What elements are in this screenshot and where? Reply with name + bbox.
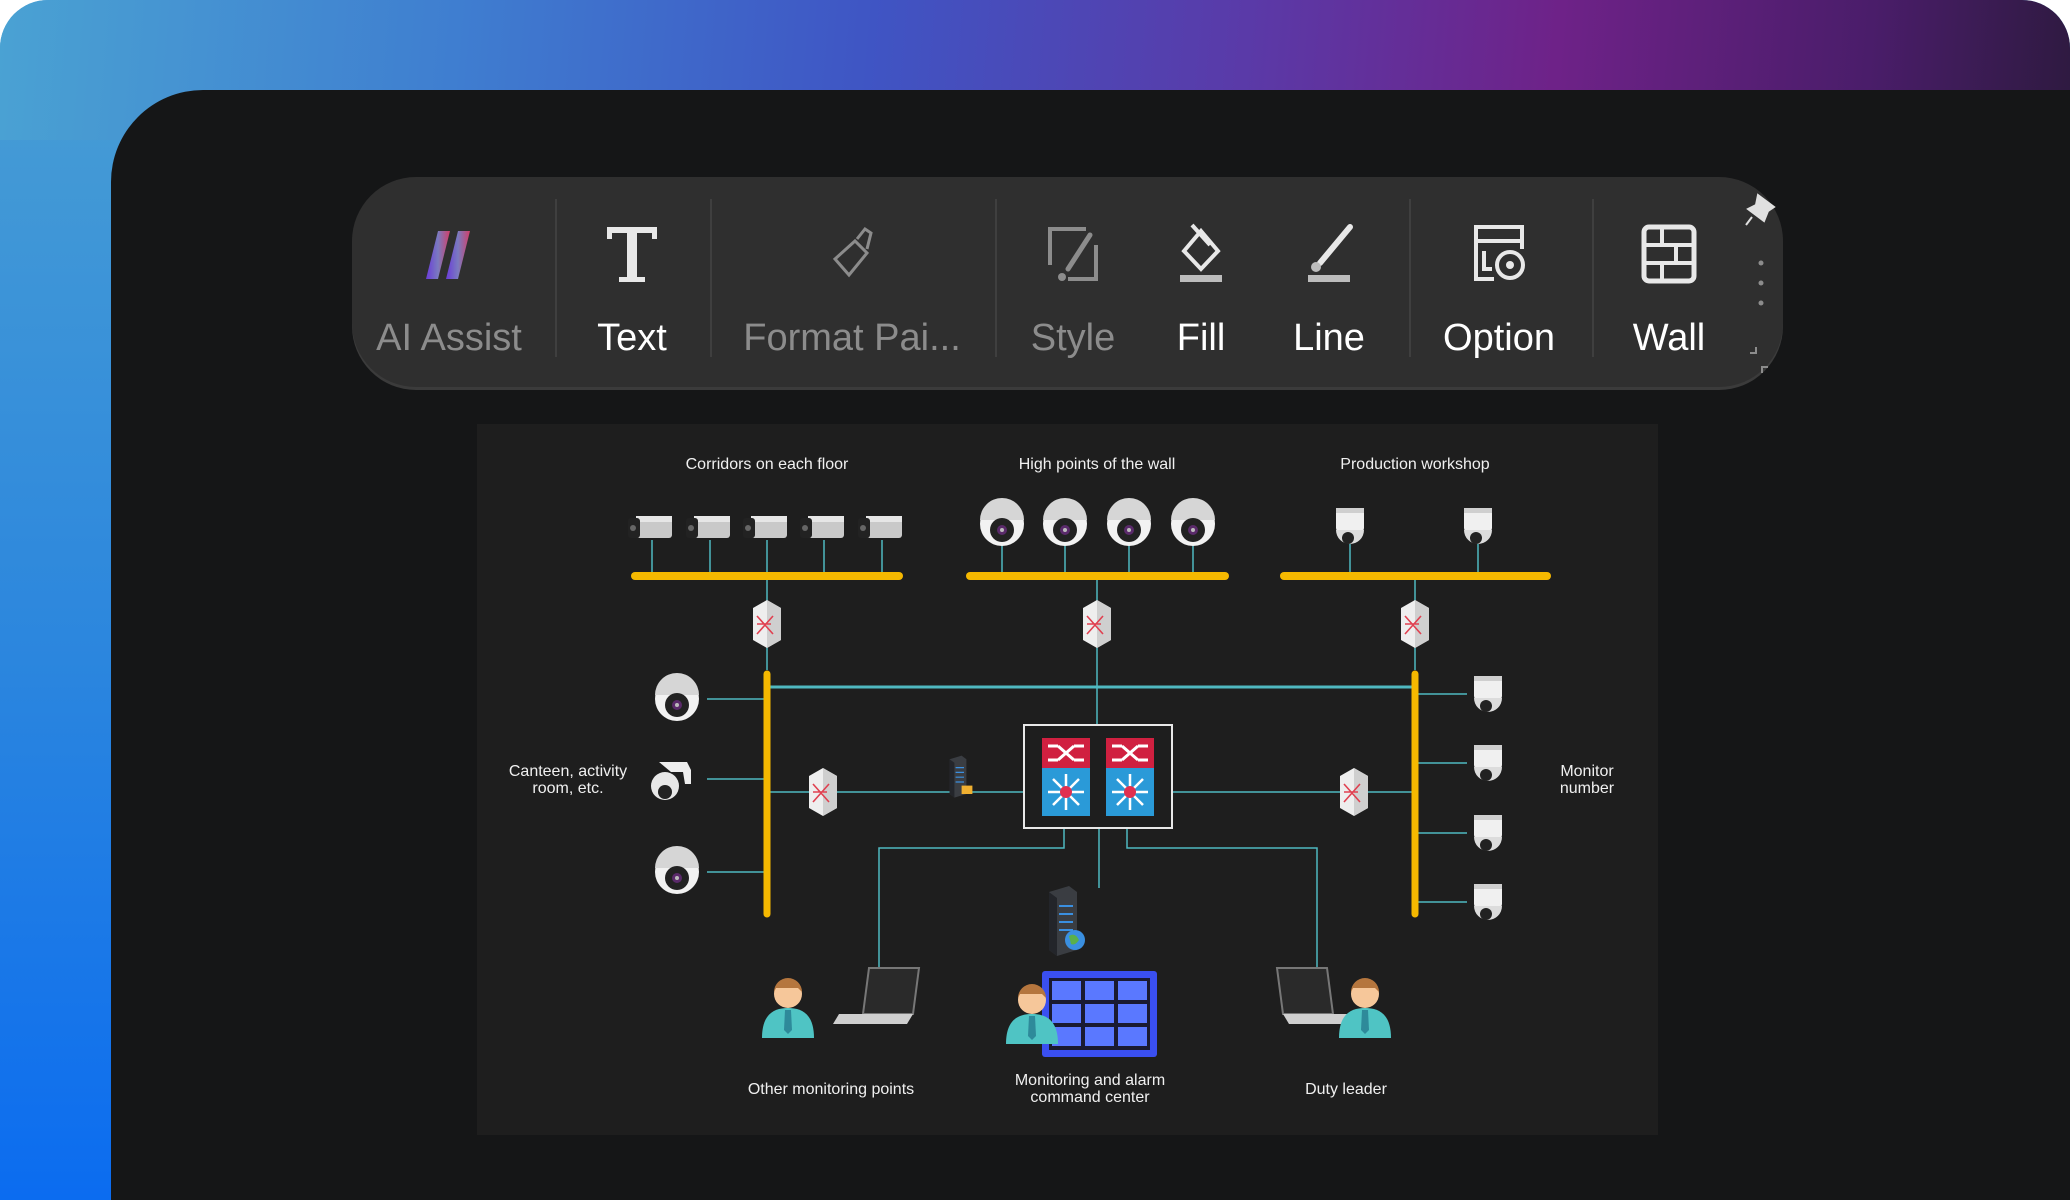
network-switch <box>752 599 782 649</box>
label-corridors: Corridors on each floor <box>685 456 849 473</box>
floating-toolbar: AI Assist Text Format Pai... Style Fill … <box>352 177 1783 387</box>
box-camera <box>743 516 787 538</box>
text-label: Text <box>597 317 667 359</box>
label-center-line1: Monitoring and alarm <box>1014 1072 1166 1089</box>
wall-label: Wall <box>1632 317 1706 359</box>
dome-camera <box>1107 498 1151 546</box>
line-pen-icon <box>1308 224 1353 282</box>
core-switch <box>1042 738 1090 816</box>
network-switch <box>1400 599 1430 649</box>
label-other-points: Other monitoring points <box>747 1081 915 1098</box>
ai-assist-icon <box>426 231 470 279</box>
resize-handle-icon[interactable] <box>1748 345 1772 375</box>
network-switch <box>1082 599 1112 649</box>
format-painter-label: Format Pai... <box>743 317 961 359</box>
label-duty-leader: Duty leader <box>1305 1081 1387 1098</box>
fill-bucket-icon <box>1180 223 1222 282</box>
format-painter-icon <box>832 226 873 278</box>
label-command-center: Monitoring and alarm command center <box>1015 1072 1165 1106</box>
option-icon <box>1474 225 1525 281</box>
box-camera <box>686 516 730 538</box>
ptz-camera <box>651 762 691 800</box>
ceiling-dome-camera <box>1474 884 1502 920</box>
network-diagram: Corridors on each floor High points of t… <box>477 424 1658 1135</box>
duty-leader-station <box>1276 967 1391 1038</box>
text-icon <box>607 227 657 282</box>
label-canteen-line2: room, etc. <box>532 780 604 797</box>
toolbar-divider <box>710 199 712 357</box>
style-icon <box>1048 227 1098 281</box>
label-center-line2: command center <box>1030 1089 1150 1106</box>
ceiling-dome-camera <box>1336 508 1364 544</box>
box-camera <box>858 516 902 538</box>
video-wall <box>1006 971 1157 1057</box>
app-frame: AI Assist Text Format Pai... Style Fill … <box>0 0 2070 1200</box>
ceiling-dome-camera <box>1474 676 1502 712</box>
pin-icon[interactable] <box>1744 191 1778 229</box>
toolbar-divider <box>995 199 997 357</box>
box-camera <box>628 516 672 538</box>
toolbar-divider <box>555 199 557 357</box>
dome-camera <box>655 846 699 894</box>
core-switch <box>1106 738 1154 816</box>
network-switch <box>808 767 838 817</box>
toolbar-divider <box>1409 199 1411 357</box>
option-label: Option <box>1443 317 1555 359</box>
toolbar-divider <box>1592 199 1594 357</box>
label-monitor-line1: Monitor <box>1560 763 1614 780</box>
line-label: Line <box>1293 317 1365 359</box>
ceiling-dome-camera <box>1474 815 1502 851</box>
label-high-points: High points of the wall <box>1018 456 1176 473</box>
box-camera <box>800 516 844 538</box>
dome-camera <box>1043 498 1087 546</box>
ceiling-dome-camera <box>1474 745 1502 781</box>
label-monitor-number: Monitor number <box>1560 763 1614 797</box>
network-switch <box>1339 767 1369 817</box>
ai-assist-label: AI Assist <box>376 317 522 359</box>
label-workshop: Production workshop <box>1340 456 1490 473</box>
core-switch-group <box>1023 724 1173 829</box>
dome-camera <box>980 498 1024 546</box>
other-monitoring-station <box>762 967 920 1038</box>
dome-camera <box>1171 498 1215 546</box>
label-monitor-line2: number <box>1559 780 1615 797</box>
web-server-icon <box>1048 885 1085 957</box>
wall-icon <box>1641 224 1697 284</box>
style-label: Style <box>1030 317 1116 359</box>
label-canteen: Canteen, activity room, etc. <box>509 763 627 797</box>
ceiling-dome-camera <box>1464 508 1492 544</box>
label-canteen-line1: Canteen, activity <box>508 763 628 780</box>
storage-server-icon <box>948 754 973 799</box>
more-vertical-icon[interactable] <box>1757 259 1765 307</box>
fill-label: Fill <box>1176 317 1226 359</box>
dome-camera <box>655 673 699 721</box>
